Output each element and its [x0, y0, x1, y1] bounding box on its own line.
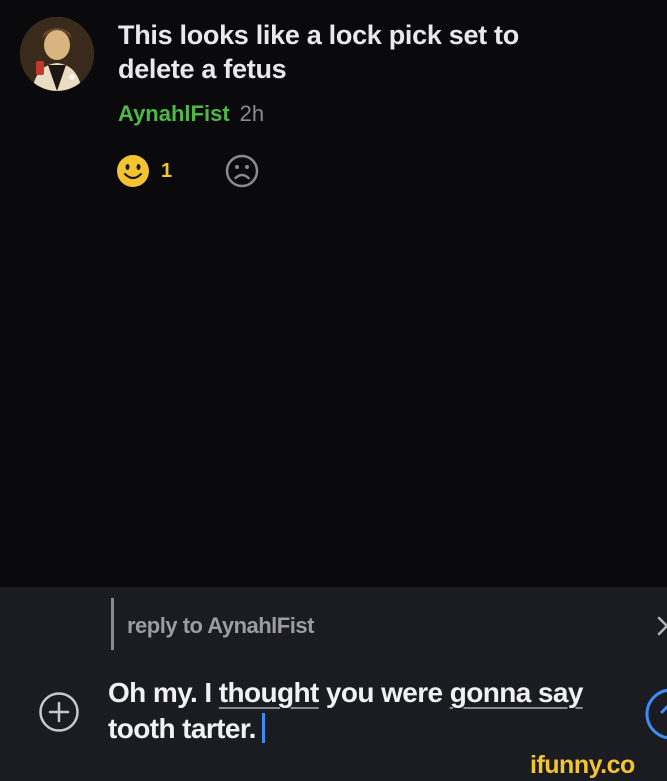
send-icon: [645, 688, 667, 740]
reply-to-label: reply to AynahlFist: [127, 613, 314, 638]
ifunny-watermark: ifunny.co: [530, 751, 635, 779]
avatar[interactable]: [20, 17, 94, 91]
close-reply-button[interactable]: [657, 614, 667, 638]
page: This looks like a lock pick set to delet…: [0, 0, 667, 781]
close-icon: [657, 616, 667, 636]
reply-text-5: tooth tarter.: [108, 713, 256, 744]
smile-count: 1: [161, 159, 173, 182]
frown-button[interactable]: [224, 153, 260, 189]
reply-text-1: Oh my. I: [108, 677, 219, 708]
smile-emoji-icon: [117, 155, 149, 187]
add-attachment-button[interactable]: [38, 691, 80, 733]
plus-circle-icon: [39, 692, 79, 732]
frown-emoji-icon: [225, 154, 259, 188]
reply-text-2: thought: [218, 677, 320, 708]
reply-text-4: gonna say: [449, 677, 584, 708]
send-button[interactable]: [644, 687, 667, 741]
username-link[interactable]: AynahlFist: [118, 101, 230, 126]
comment-text: This looks like a lock pick set to delet…: [118, 20, 519, 84]
reply-input[interactable]: Oh my. I thought you were gonna say toot…: [108, 675, 618, 747]
text-caret: [261, 713, 265, 743]
reply-text-3: you were: [318, 677, 450, 708]
reply-indicator-bar: [111, 598, 114, 650]
avatar-image: [20, 17, 94, 91]
smile-button[interactable]: 1: [115, 153, 172, 189]
timestamp: 2h: [239, 101, 265, 126]
comment: This looks like a lock pick set to delet…: [0, 0, 667, 587]
comment-meta: AynahlFist 2h: [118, 100, 264, 128]
reactions: 1: [115, 152, 260, 190]
